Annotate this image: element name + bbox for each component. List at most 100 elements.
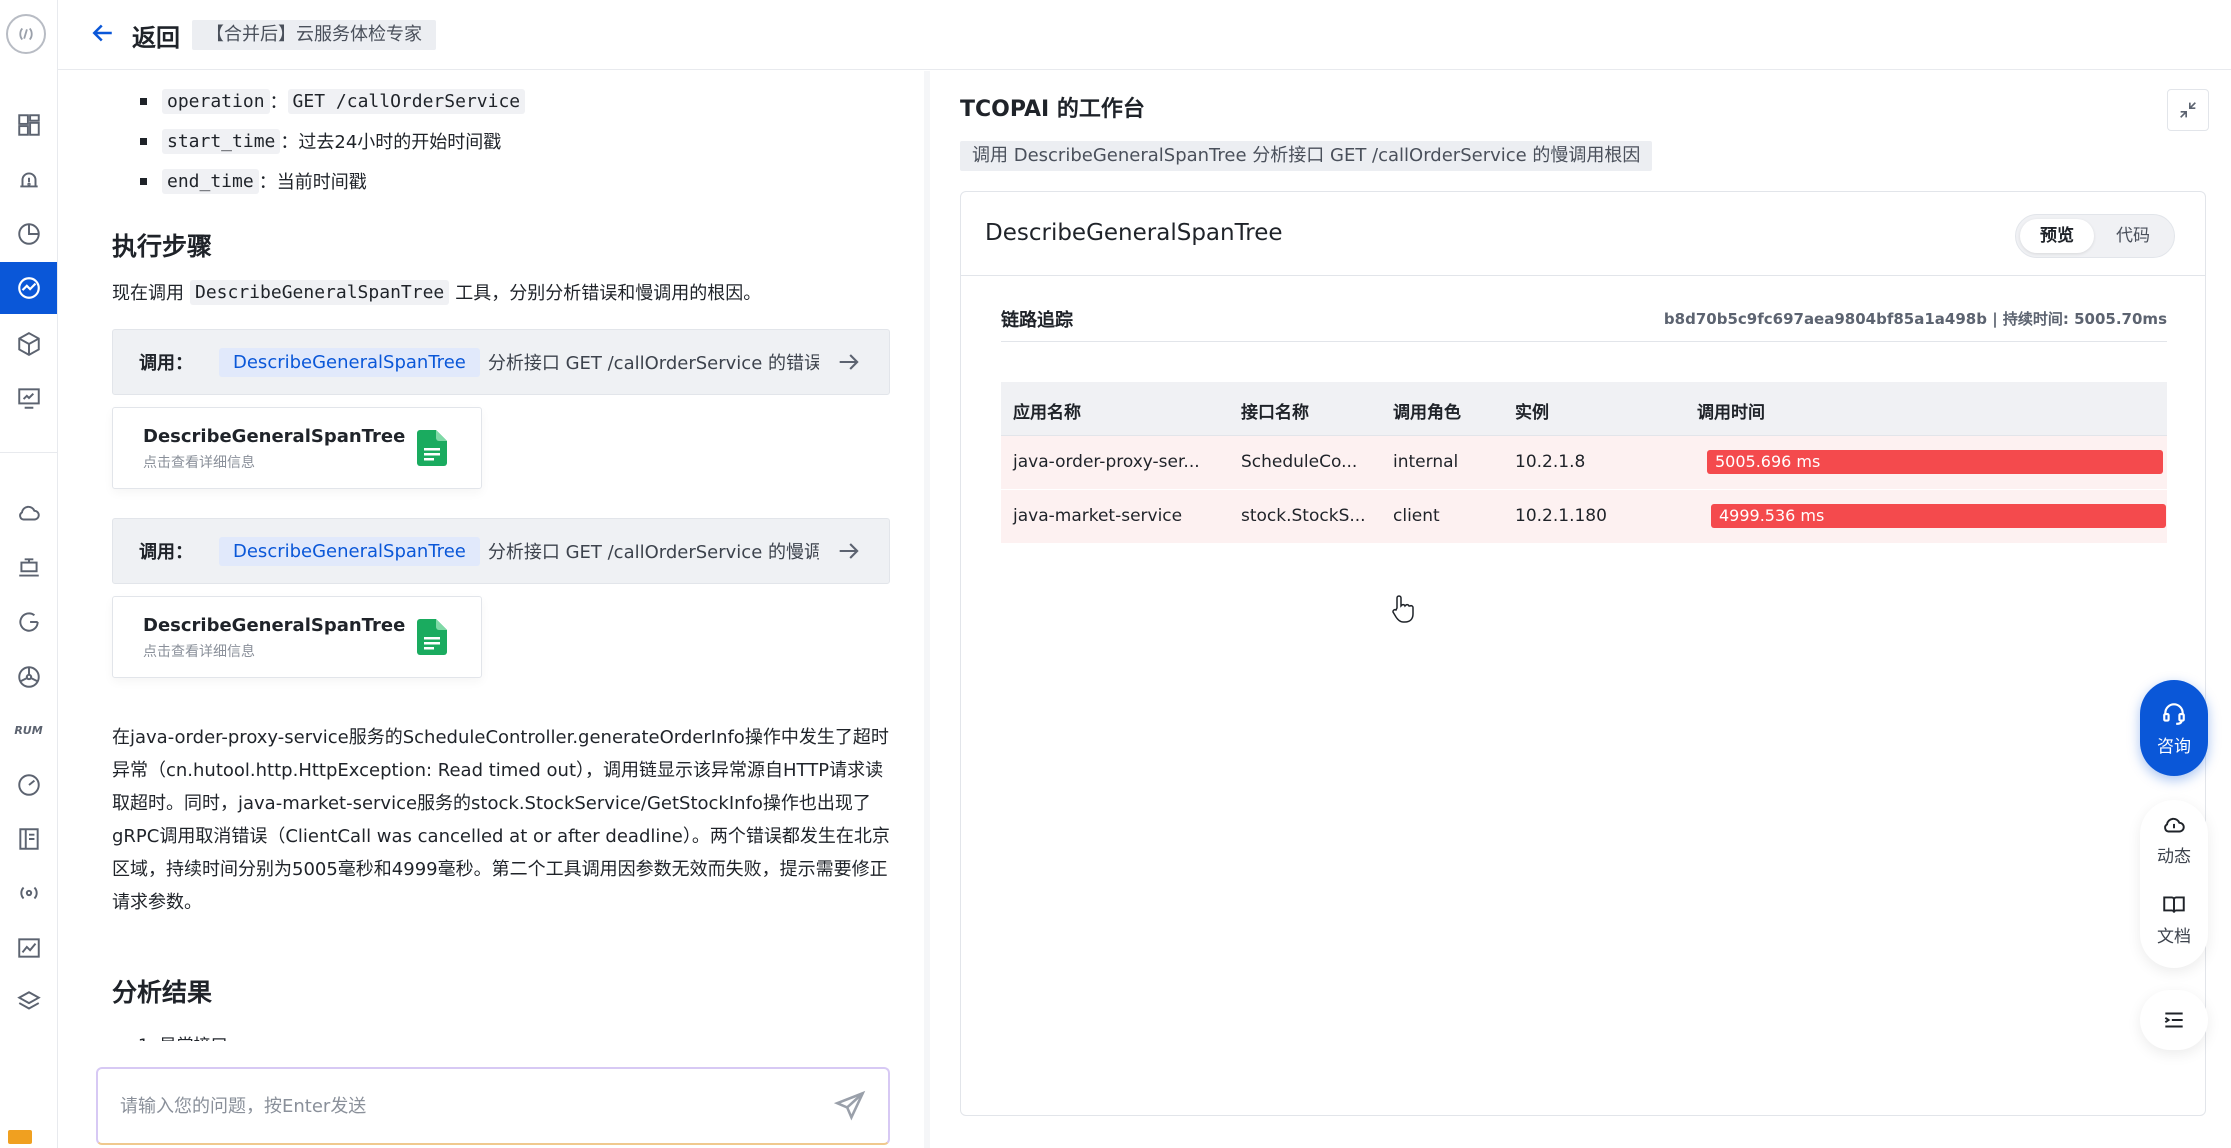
hand-cursor-icon <box>1392 595 1414 623</box>
chat-input[interactable] <box>120 1089 780 1123</box>
trace-header: 链路追踪 b8d70b5c9fc697aea9804bf85a1a498b | … <box>1001 292 2167 342</box>
table-header: 应用名称 接口名称 调用角色 实例 调用时间 <box>1001 382 2167 436</box>
results-first-item: 1. 异常接口 <box>138 1031 228 1041</box>
consult-button[interactable]: 咨询 <box>2140 680 2208 776</box>
spreadsheet-icon <box>417 430 447 466</box>
open-book-icon <box>2163 896 2185 913</box>
code-tab[interactable]: 代码 <box>2096 219 2170 253</box>
param-value: 当前时间戳 <box>276 172 367 193</box>
outline-button[interactable] <box>2140 990 2208 1050</box>
apm-icon[interactable] <box>0 262 57 314</box>
param-list: operation： GET /callOrderService start_ti… <box>138 81 526 201</box>
speed-icon[interactable] <box>0 759 57 811</box>
dashboard-icon[interactable] <box>0 99 57 151</box>
tool-result-card[interactable]: DescribeGeneralSpanTree 点击查看详细信息 <box>112 407 482 489</box>
docs-label: 文档 <box>2157 927 2191 947</box>
steps-heading: 执行步骤 <box>112 232 213 261</box>
param-key: start_time <box>162 128 281 154</box>
left-nav: RUM <box>0 0 58 1148</box>
book-icon[interactable] <box>0 813 57 865</box>
analysis-paragraph: 在java-order-proxy-service服务的ScheduleCont… <box>112 727 890 913</box>
param-item: end_time：当前时间戳 <box>138 161 525 201</box>
gauge-g-icon[interactable] <box>0 596 57 648</box>
back-arrow-icon[interactable] <box>88 18 118 48</box>
pie-chart-icon[interactable] <box>0 208 57 260</box>
param-item: start_time：过去24小时的开始时间戳 <box>138 121 525 161</box>
result-card: DescribeGeneralSpanTree 预览 代码 链路追踪 b8d70… <box>960 191 2206 1116</box>
collapse-button[interactable] <box>2167 89 2209 131</box>
list-indent-icon <box>2164 1012 2183 1028</box>
arrow-right-icon[interactable] <box>835 537 863 565</box>
layers-icon[interactable] <box>0 976 57 1028</box>
tool-card-name: DescribeGeneralSpanTree <box>143 426 406 447</box>
chart-box-icon[interactable] <box>0 922 57 974</box>
intro-code: DescribeGeneralSpanTree <box>190 279 450 305</box>
tool-call-bar[interactable]: 调用： DescribeGeneralSpanTree 分析接口 GET /ca… <box>112 518 890 584</box>
tool-result-card[interactable]: DescribeGeneralSpanTree 点击查看详细信息 <box>112 596 482 678</box>
progress-dots <box>960 1137 1158 1148</box>
wheel-icon[interactable] <box>0 651 57 703</box>
cell-role: internal <box>1393 452 1459 472</box>
docs-button[interactable]: 文档 <box>2140 892 2208 947</box>
card-title: DescribeGeneralSpanTree <box>985 220 1283 246</box>
expert-tag: 【合并后】云服务体检专家 <box>192 20 436 50</box>
table-row[interactable]: java-market-service stock.StockS... clie… <box>1001 490 2167 544</box>
param-key: end_time <box>162 168 259 194</box>
param-sep: ： <box>269 92 288 113</box>
monitor-icon[interactable] <box>0 372 57 424</box>
steps-intro: 现在调用 DescribeGeneralSpanTree 工具，分别分析错误和慢… <box>112 279 761 305</box>
card-header: DescribeGeneralSpanTree 预览 代码 <box>961 192 2205 276</box>
broadcast-icon[interactable] <box>0 867 57 919</box>
call-label: 调用： <box>139 542 193 563</box>
param-key: operation <box>162 88 270 114</box>
param-sep: ： <box>280 132 299 153</box>
intro-after: 工具，分别分析错误和慢调用的根因。 <box>455 283 762 304</box>
cube-icon[interactable] <box>0 318 57 370</box>
param-value: 过去24小时的开始时间戳 <box>298 132 502 153</box>
view-toggle: 预览 代码 <box>2015 214 2175 258</box>
param-item: operation： GET /callOrderService <box>138 81 526 121</box>
col-app: 应用名称 <box>1013 403 1081 423</box>
cell-instance: 10.2.1.180 <box>1515 506 1607 526</box>
back-button[interactable]: 返回 <box>132 18 180 53</box>
rum-icon[interactable]: RUM <box>0 704 57 756</box>
call-description: 分析接口 GET /callOrderService 的慢调... <box>487 542 819 563</box>
call-tool-name: DescribeGeneralSpanTree <box>219 347 480 377</box>
task-tag: 调用 DescribeGeneralSpanTree 分析接口 GET /cal… <box>960 141 1653 171</box>
tool-card-subtitle: 点击查看详细信息 <box>143 644 255 660</box>
workspace-pane: TCOPAI 的工作台 调用 DescribeGeneralSpanTree 分… <box>930 71 2231 1148</box>
cell-app: java-market-service <box>1013 506 1183 526</box>
dynamic-button[interactable]: 动态 <box>2140 812 2208 867</box>
workspace-title: TCOPAI 的工作台 <box>960 97 1145 122</box>
trace-title: 链路追踪 <box>1001 310 1073 331</box>
arrow-right-icon[interactable] <box>835 348 863 376</box>
headset-icon <box>2163 702 2185 725</box>
chat-input-box <box>96 1067 890 1145</box>
cell-instance: 10.2.1.8 <box>1515 452 1586 472</box>
spreadsheet-icon <box>417 619 447 655</box>
duration-bar: 5005.696 ms <box>1707 450 2163 474</box>
cell-app: java-order-proxy-ser... <box>1013 452 1200 472</box>
results-heading: 分析结果 <box>112 978 213 1007</box>
collapse-icon <box>2180 102 2196 118</box>
chat-pane: operation： GET /callOrderService start_ti… <box>58 71 930 1148</box>
cell-api: ScheduleCo... <box>1241 452 1358 472</box>
cell-api: stock.StockS... <box>1241 506 1366 526</box>
tool-card-subtitle: 点击查看详细信息 <box>143 455 255 471</box>
alarm-icon[interactable] <box>0 155 57 207</box>
preview-tab[interactable]: 预览 <box>2020 219 2094 253</box>
call-description: 分析接口 GET /callOrderService 的错误... <box>487 353 819 374</box>
table-row[interactable]: java-order-proxy-ser... ScheduleCo... in… <box>1001 436 2167 490</box>
send-icon[interactable] <box>833 1089 867 1123</box>
tool-call-bar[interactable]: 调用： DescribeGeneralSpanTree 分析接口 GET /ca… <box>112 329 890 395</box>
tool-card-name: DescribeGeneralSpanTree <box>143 615 406 636</box>
span-table: 应用名称 接口名称 调用角色 实例 调用时间 java-order-proxy-… <box>1001 382 2167 544</box>
app-logo-icon[interactable] <box>6 14 46 54</box>
network-icon[interactable] <box>0 542 57 594</box>
duration-bar: 4999.536 ms <box>1711 504 2166 528</box>
cloud-icon[interactable] <box>0 487 57 539</box>
dynamic-label: 动态 <box>2157 847 2191 867</box>
cloud-update-icon <box>2164 817 2185 833</box>
col-time: 调用时间 <box>1697 403 1765 423</box>
param-value: GET /callOrderService <box>287 88 526 114</box>
